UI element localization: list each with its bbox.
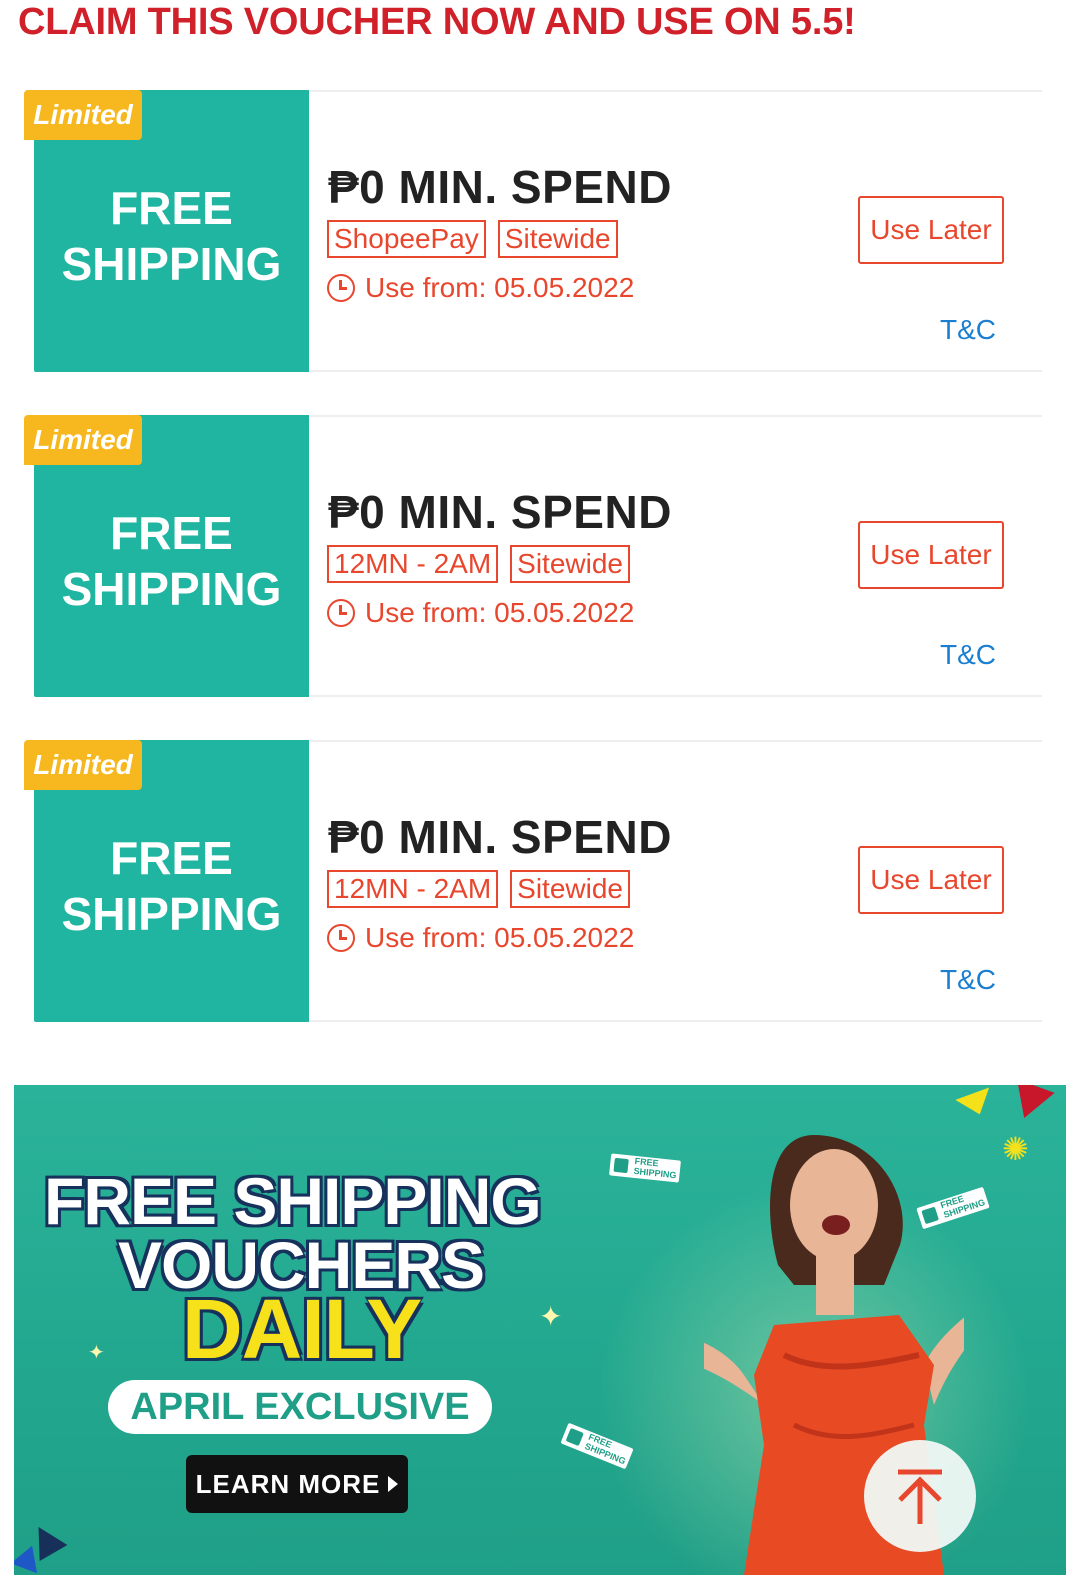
voucher-type-line1: FREE	[110, 182, 233, 234]
april-exclusive-pill: APRIL EXCLUSIVE	[108, 1380, 492, 1434]
voucher-type: FREE SHIPPING	[34, 505, 309, 617]
use-from: Use from: 05.05.2022	[327, 272, 634, 304]
voucher-type-line2: SHIPPING	[61, 888, 282, 940]
terms-link[interactable]: T&C	[940, 639, 996, 671]
scroll-to-top-button[interactable]	[864, 1440, 976, 1552]
voucher-type-line2: SHIPPING	[61, 238, 282, 290]
voucher-card: Limited FREE SHIPPING ₱0 MIN. SPEND Shop…	[24, 90, 1042, 372]
use-later-button[interactable]: Use Later	[858, 196, 1004, 264]
learn-more-button[interactable]: LEARN MORE	[186, 1455, 408, 1513]
arrow-up-icon	[898, 1469, 942, 1524]
use-later-button[interactable]: Use Later	[858, 846, 1004, 914]
voucher-tag: Sitewide	[510, 545, 630, 583]
voucher-tag: Sitewide	[497, 220, 618, 258]
use-from-text: Use from: 05.05.2022	[365, 922, 635, 953]
use-from-text: Use from: 05.05.2022	[365, 597, 635, 628]
limited-badge: Limited	[24, 90, 142, 140]
clock-icon	[327, 274, 355, 302]
sparkle-icon: ✺	[1002, 1131, 1029, 1167]
min-spend: ₱0 MIN. SPEND	[328, 161, 672, 213]
terms-link[interactable]: T&C	[940, 964, 996, 996]
page-headline: CLAIM THIS VOUCHER NOW AND USE ON 5.5!	[18, 1, 856, 43]
voucher-tags: 12MN - 2AM Sitewide	[327, 545, 630, 583]
use-from: Use from: 05.05.2022	[327, 922, 634, 954]
confetti-flag	[955, 1087, 997, 1121]
clock-icon	[327, 599, 355, 627]
voucher-tag: Sitewide	[510, 870, 630, 908]
voucher-card: Limited FREE SHIPPING ₱0 MIN. SPEND 12MN…	[24, 740, 1042, 1022]
voucher-tag: ShopeePay	[327, 220, 486, 258]
play-triangle-icon	[388, 1476, 399, 1492]
voucher-type-line1: FREE	[110, 507, 233, 559]
voucher-card: Limited FREE SHIPPING ₱0 MIN. SPEND 12MN…	[24, 415, 1042, 697]
min-spend: ₱0 MIN. SPEND	[328, 486, 672, 538]
use-from: Use from: 05.05.2022	[327, 597, 634, 629]
voucher-tags: ShopeePay Sitewide	[327, 220, 618, 258]
voucher-tag: 12MN - 2AM	[327, 870, 499, 908]
sparkle-icon: ✦	[88, 1342, 105, 1364]
clock-icon	[327, 924, 355, 952]
voucher-type-line1: FREE	[110, 832, 233, 884]
limited-badge: Limited	[24, 740, 142, 790]
use-from-text: Use from: 05.05.2022	[365, 272, 635, 303]
voucher-tag: 12MN - 2AM	[327, 545, 499, 583]
limited-badge: Limited	[24, 415, 142, 465]
voucher-type: FREE SHIPPING	[34, 180, 309, 292]
sparkle-icon: ✦	[539, 1301, 563, 1332]
terms-link[interactable]: T&C	[940, 314, 996, 346]
voucher-tags: 12MN - 2AM Sitewide	[327, 870, 630, 908]
voucher-type-line2: SHIPPING	[61, 563, 282, 615]
learn-more-label: LEARN MORE	[195, 1468, 381, 1499]
confetti-flag	[1005, 1085, 1055, 1125]
min-spend: ₱0 MIN. SPEND	[328, 811, 672, 863]
use-later-button[interactable]: Use Later	[858, 521, 1004, 589]
banner-title-line3: DAILY	[182, 1282, 422, 1376]
voucher-type: FREE SHIPPING	[34, 830, 309, 942]
